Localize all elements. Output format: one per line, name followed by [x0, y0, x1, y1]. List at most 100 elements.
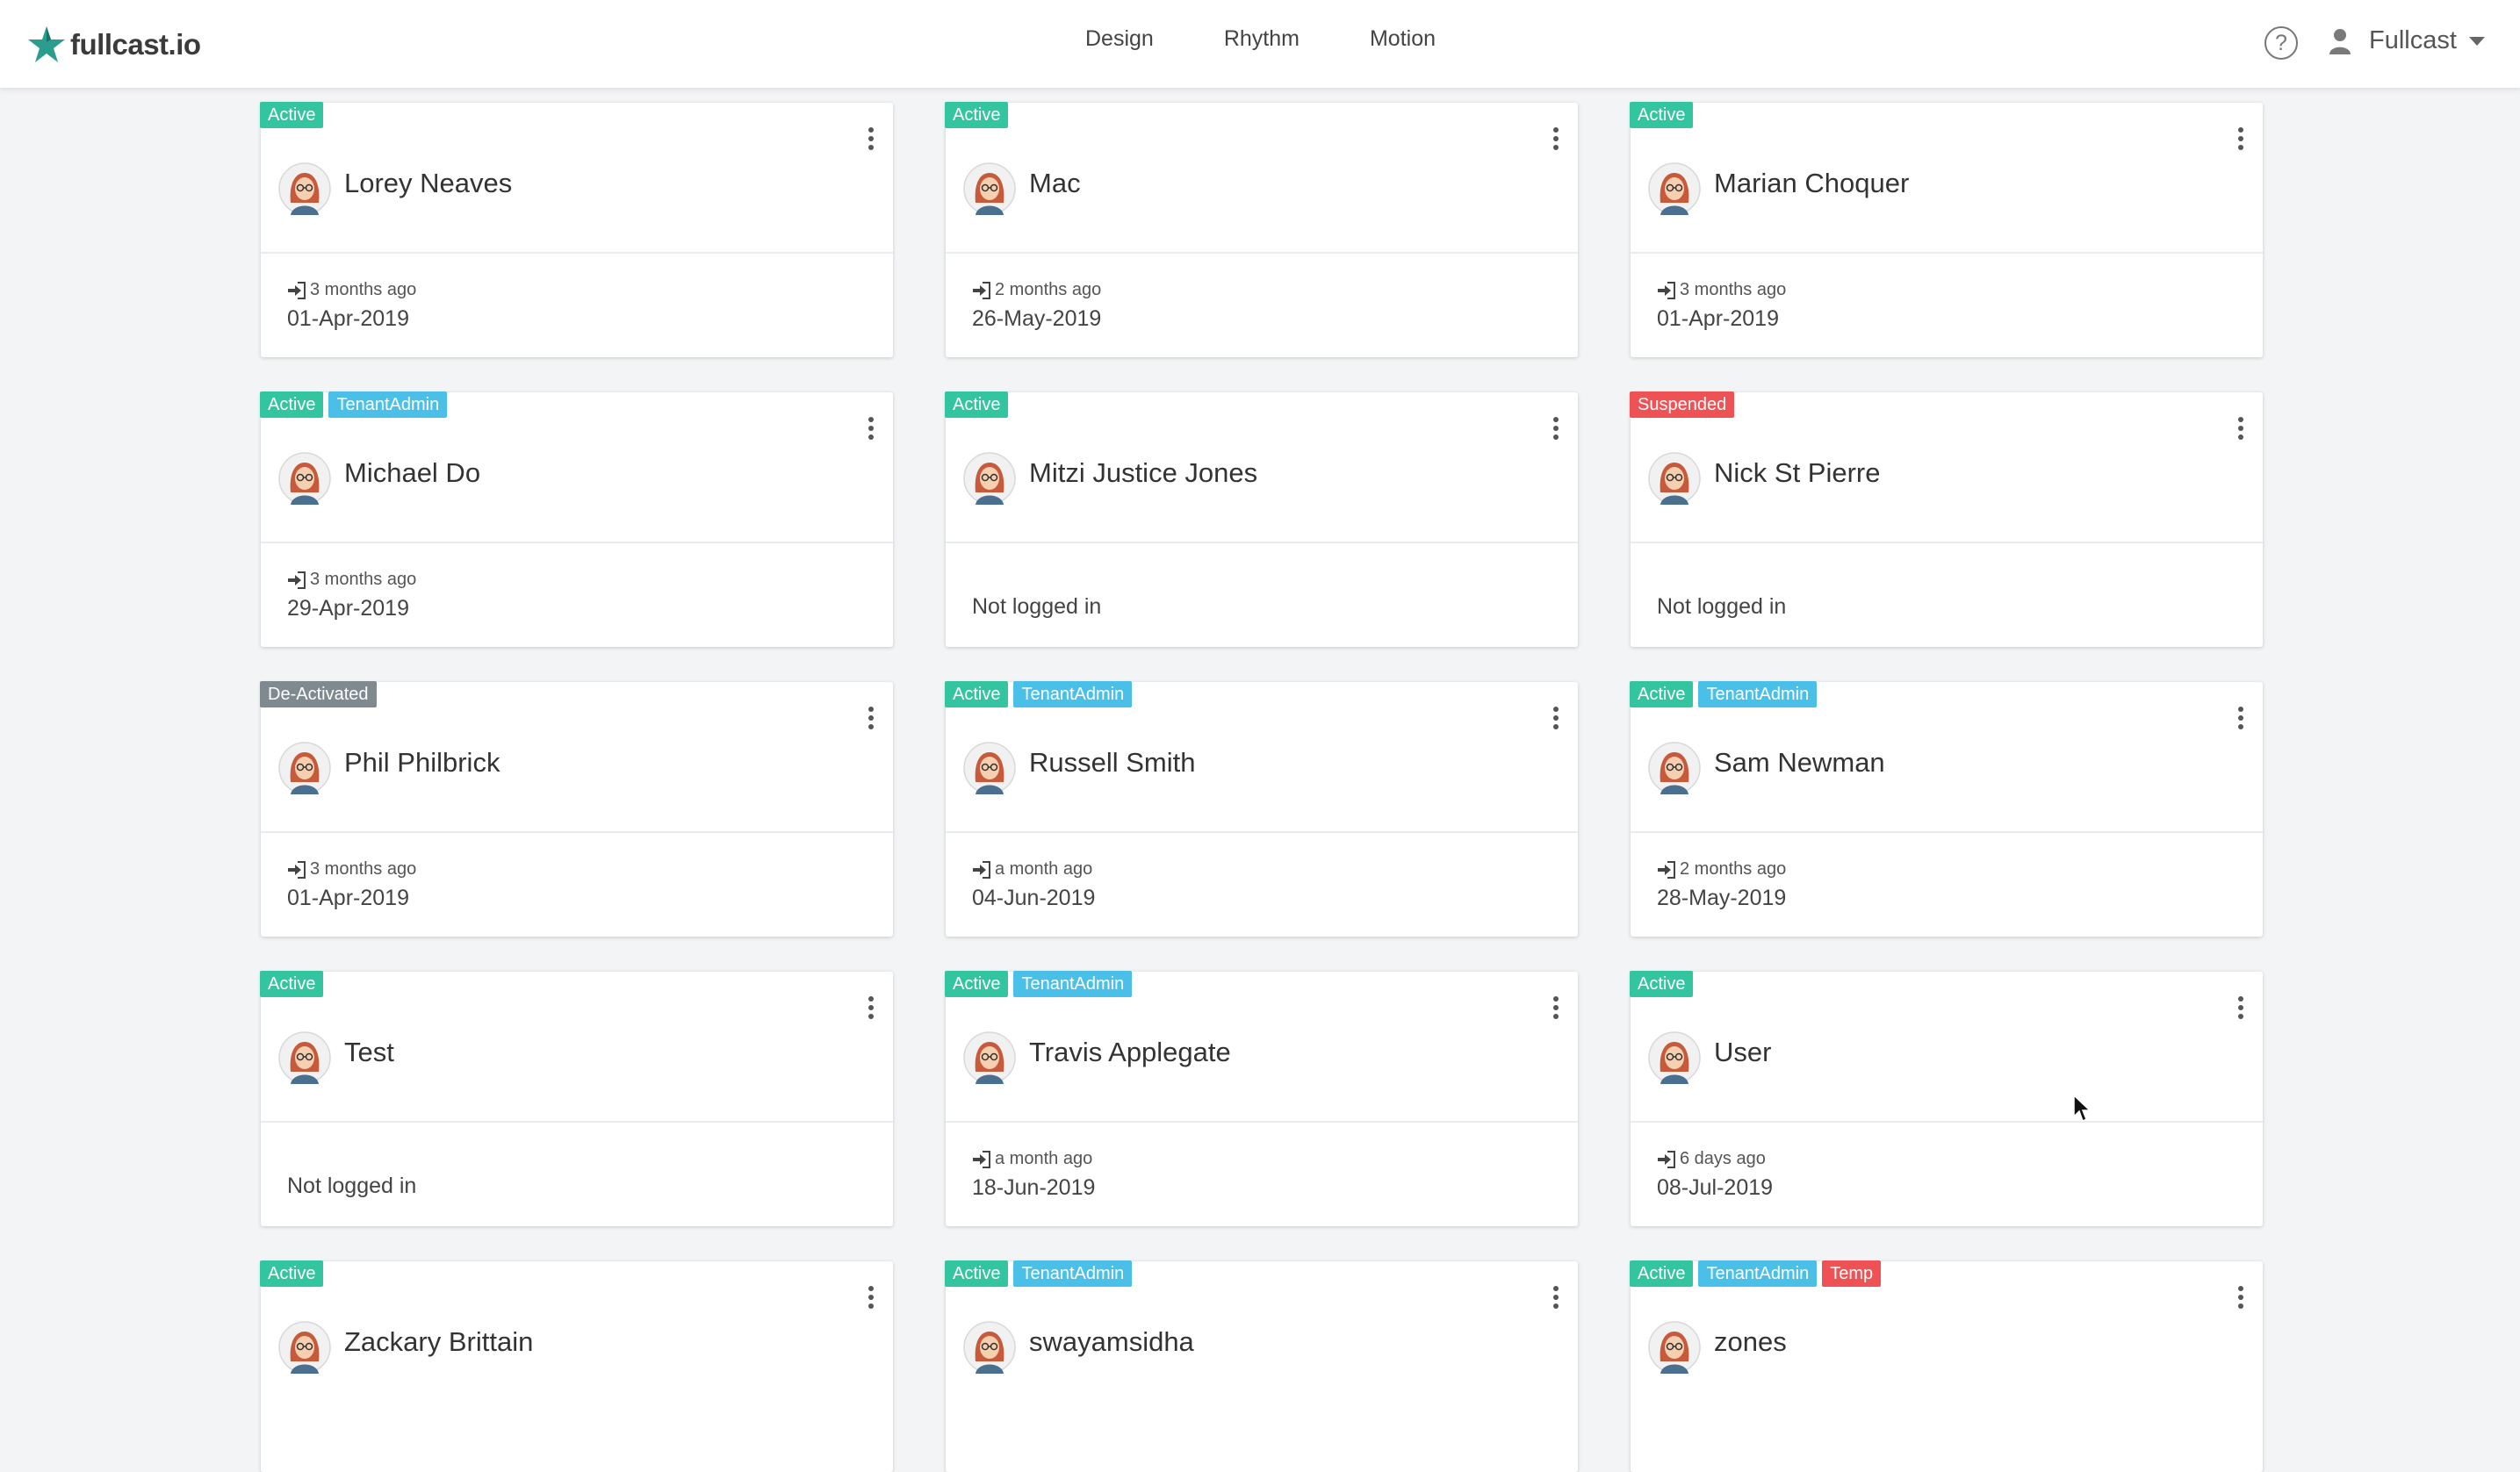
user-name-label[interactable]: Lorey Neaves	[344, 168, 512, 199]
user-name-label[interactable]: Zackary Brittain	[344, 1326, 533, 1358]
user-card[interactable]: Active Mac 2 months ago 26-May-2019	[945, 102, 1578, 357]
status-badge: TenantAdmin	[1698, 1260, 1818, 1287]
user-card[interactable]: Active TenantAdmin swayamsidha	[945, 1260, 1578, 1472]
user-card[interactable]: Suspended Nick St Pierre Not logged in	[1630, 391, 2263, 647]
more-options-icon[interactable]	[1552, 996, 1560, 1021]
user-name-label[interactable]: Test	[344, 1037, 394, 1068]
status-badges: Active	[945, 102, 1013, 128]
last-login-relative: 3 months ago	[310, 570, 417, 589]
user-name-label[interactable]: Russell Smith	[1029, 747, 1196, 779]
sign-in-icon	[288, 860, 306, 879]
user-card[interactable]: Active Marian Choquer 3 months ago 01-Apr-2…	[1630, 102, 2263, 357]
avatar	[963, 742, 1016, 794]
user-card[interactable]: Active TenantAdmin Russell Smith a month ag…	[945, 681, 1578, 937]
last-login-date: 01-Apr-2019	[1657, 306, 1779, 331]
user-name-label[interactable]: User	[1714, 1037, 1771, 1068]
last-login-relative: a month ago	[995, 1149, 1093, 1168]
more-options-icon[interactable]	[1552, 707, 1560, 731]
nav-motion[interactable]: Motion	[1370, 26, 1436, 52]
user-card[interactable]: Active Mitzi Justice Jones Not logged in	[945, 391, 1578, 647]
user-card[interactable]: Active Test Not logged in	[260, 971, 893, 1226]
user-name-label[interactable]: Michael Do	[344, 457, 480, 489]
avatar	[278, 452, 331, 505]
user-name-label[interactable]: Mitzi Justice Jones	[1029, 457, 1257, 489]
status-badge: De-Activated	[260, 681, 377, 707]
user-card[interactable]: Active TenantAdmin Michael Do 3 months ago 2…	[260, 391, 893, 647]
nav-design[interactable]: Design	[1085, 26, 1154, 52]
sign-in-icon	[288, 571, 306, 589]
avatar	[1648, 742, 1701, 794]
user-name-label[interactable]: Mac	[1029, 168, 1081, 199]
user-menu[interactable]: Fullcast	[2329, 26, 2485, 55]
more-options-icon[interactable]	[2236, 707, 2245, 731]
sign-in-icon	[973, 1150, 990, 1168]
avatar-icon	[963, 1321, 1016, 1374]
avatar-icon	[278, 162, 331, 215]
user-name-label[interactable]: Phil Philbrick	[344, 747, 500, 779]
user-card[interactable]: Active TenantAdmin Sam Newman 2 months ago 2…	[1630, 681, 2263, 937]
avatar	[278, 1321, 331, 1374]
user-card[interactable]: Active TenantAdmin Temp zones	[1630, 1260, 2263, 1472]
more-options-icon[interactable]	[1552, 1286, 1560, 1310]
user-name-label[interactable]: Nick St Pierre	[1714, 457, 1880, 489]
last-login-row: 3 months ago	[1657, 280, 1786, 300]
status-badges: Active TenantAdmin Temp	[1630, 1260, 1886, 1287]
avatar	[278, 162, 331, 215]
status-badge: Suspended	[1630, 391, 1735, 418]
main-nav: Design Rhythm Motion	[1085, 26, 1506, 52]
fullcast-logo[interactable]: fullcast.io	[26, 23, 201, 67]
status-badge: Active	[945, 1260, 1009, 1287]
status-badge: Active	[1630, 681, 1694, 707]
user-card[interactable]: Active TenantAdmin Travis Applegate a month…	[945, 971, 1578, 1226]
avatar-icon	[278, 1321, 331, 1374]
status-badge: Active	[260, 391, 324, 418]
more-options-icon[interactable]	[867, 707, 875, 731]
card-divider	[946, 831, 1578, 833]
status-badges: Active TenantAdmin	[945, 1260, 1137, 1287]
avatar	[1648, 162, 1701, 215]
last-login-date: 08-Jul-2019	[1657, 1175, 1774, 1200]
user-name-label[interactable]: zones	[1714, 1326, 1787, 1358]
user-name-label[interactable]: Marian Choquer	[1714, 168, 1909, 199]
status-badge: Active	[260, 971, 324, 997]
more-options-icon[interactable]	[2236, 127, 2245, 152]
user-card[interactable]: De-Activated Phil Philbrick 3 months ago 01…	[260, 681, 893, 937]
user-card[interactable]: Active User 6 days ago 08-Jul-2019	[1630, 971, 2263, 1226]
more-options-icon[interactable]	[2236, 1286, 2245, 1310]
status-badge: Temp	[1822, 1260, 1882, 1287]
card-divider	[1631, 1121, 2263, 1123]
more-options-icon[interactable]	[867, 417, 875, 442]
avatar	[278, 742, 331, 794]
status-badges: Active	[260, 971, 328, 997]
avatar	[963, 1321, 1016, 1374]
last-login-date: 01-Apr-2019	[287, 886, 409, 910]
more-options-icon[interactable]	[1552, 127, 1560, 152]
card-divider	[946, 252, 1578, 254]
last-login-relative: 3 months ago	[310, 859, 417, 879]
user-card[interactable]: Active Zackary Brittain	[260, 1260, 893, 1472]
chevron-down-icon	[2468, 36, 2485, 46]
avatar-icon	[1648, 1321, 1701, 1374]
avatar-icon	[1648, 742, 1701, 794]
user-name: Fullcast	[2369, 26, 2457, 54]
user-name-label[interactable]: swayamsidha	[1029, 1326, 1194, 1358]
more-options-icon[interactable]	[2236, 417, 2245, 442]
more-options-icon[interactable]	[2236, 996, 2245, 1021]
user-name-label[interactable]: Travis Applegate	[1029, 1037, 1231, 1068]
more-options-icon[interactable]	[867, 1286, 875, 1310]
avatar-icon	[278, 452, 331, 505]
user-card[interactable]: Active Lorey Neaves 3 months ago 01-Apr-201…	[260, 102, 893, 357]
not-logged-in-label: Not logged in	[972, 594, 1102, 619]
help-icon[interactable]: ?	[2264, 26, 2298, 60]
status-badge: Active	[945, 391, 1009, 418]
user-name-label[interactable]: Sam Newman	[1714, 747, 1885, 779]
status-badge: Active	[945, 681, 1009, 707]
more-options-icon[interactable]	[1552, 417, 1560, 442]
nav-rhythm[interactable]: Rhythm	[1224, 26, 1300, 52]
sign-in-icon	[288, 281, 306, 299]
not-logged-in-label: Not logged in	[1657, 594, 1787, 619]
last-login-date: 29-Apr-2019	[287, 596, 409, 621]
more-options-icon[interactable]	[867, 996, 875, 1021]
status-badge: Active	[1630, 102, 1694, 128]
more-options-icon[interactable]	[867, 127, 875, 152]
